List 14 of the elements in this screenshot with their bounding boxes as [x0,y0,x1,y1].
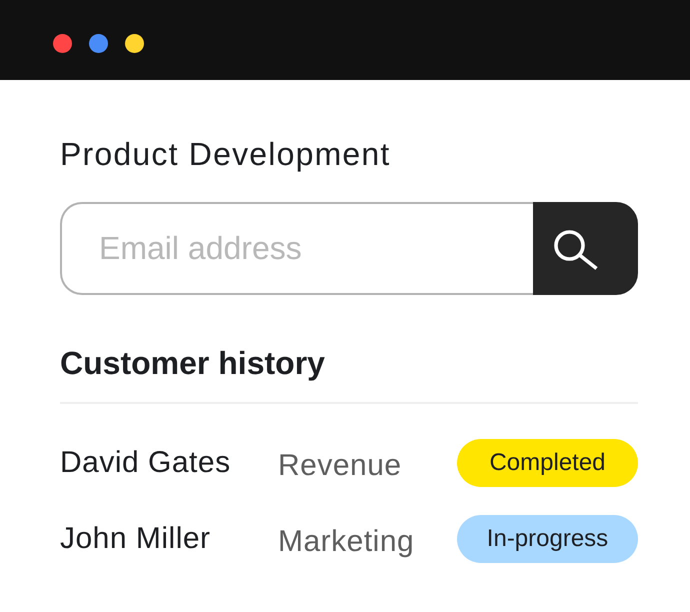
search-icon [554,230,598,270]
window-dot-icon[interactable] [53,34,72,53]
customer-name: David Gates [60,446,232,480]
page-title: Product Development [60,136,392,172]
window-dot-icon[interactable] [89,34,108,53]
category-text: Marketing [278,524,416,558]
section-heading: Customer history [60,345,326,381]
status-badge: Completed [457,439,638,487]
email-input-field[interactable]: Email address [60,202,533,295]
window-dot-icon[interactable] [125,34,144,53]
search-button[interactable] [533,202,638,295]
status-badge: In-progress [457,515,638,563]
category-text: Revenue [278,448,403,482]
customer-name: John Miller [60,522,212,556]
